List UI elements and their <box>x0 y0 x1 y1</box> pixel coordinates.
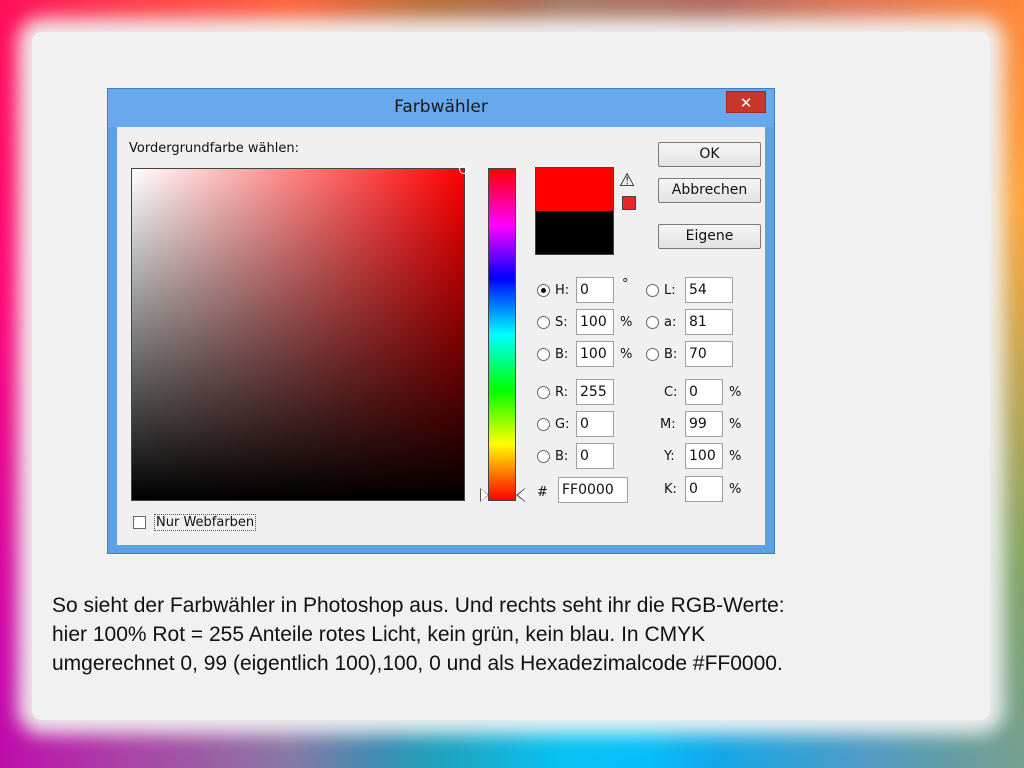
radio-lab-l[interactable] <box>646 284 659 297</box>
new-color-swatch <box>535 167 614 211</box>
color-marker[interactable] <box>459 165 468 174</box>
hue-label: H: <box>555 283 570 298</box>
yellow-unit: % <box>729 449 742 464</box>
current-color-swatch[interactable] <box>535 211 614 255</box>
hex-input[interactable]: FF0000 <box>558 477 628 503</box>
degree-unit: ° <box>622 277 629 292</box>
radio-hue[interactable] <box>537 284 550 297</box>
lab-a-label: a: <box>664 315 677 330</box>
radio-red[interactable] <box>537 386 550 399</box>
radio-brightness[interactable] <box>537 348 550 361</box>
green-input[interactable]: 0 <box>576 411 614 437</box>
saturation-brightness-field[interactable] <box>131 165 468 501</box>
dialog-title: Farbwähler <box>394 97 488 117</box>
hue-input[interactable]: 0 <box>576 277 614 303</box>
green-label: G: <box>555 417 570 432</box>
radio-saturation[interactable] <box>537 316 550 329</box>
cyan-label: C: <box>664 385 678 400</box>
caption-line-1: So sieht der Farbwähler in Photoshop aus… <box>52 594 785 617</box>
warning-triangle-icon[interactable]: ⚠ <box>619 170 635 191</box>
cancel-button[interactable]: Abbrechen <box>658 178 761 203</box>
yellow-input[interactable]: 100 <box>685 443 723 469</box>
black-label: K: <box>664 482 677 497</box>
saturation-input[interactable]: 100 <box>576 309 614 335</box>
blue-label: B: <box>555 449 569 464</box>
cyan-input[interactable]: 0 <box>685 379 723 405</box>
blue-input[interactable]: 0 <box>576 443 614 469</box>
lab-b-label: B: <box>664 347 678 362</box>
radio-green[interactable] <box>537 418 550 431</box>
brightness-label: B: <box>555 347 569 362</box>
black-input[interactable]: 0 <box>685 476 723 502</box>
red-input[interactable]: 255 <box>576 379 614 405</box>
color-picker-dialog: Farbwähler ✕ Vordergrundfarbe wählen: ⚠ … <box>107 88 775 554</box>
black-unit: % <box>729 482 742 497</box>
cyan-unit: % <box>729 385 742 400</box>
magenta-label: M: <box>660 417 676 432</box>
lab-l-input[interactable]: 54 <box>685 277 733 303</box>
magenta-unit: % <box>729 417 742 432</box>
dialog-body: Vordergrundfarbe wählen: ⚠ OK Abbrechen … <box>117 127 765 545</box>
lab-a-input[interactable]: 81 <box>685 309 733 335</box>
radio-lab-a[interactable] <box>646 316 659 329</box>
yellow-label: Y: <box>664 449 675 464</box>
slide-caption: So sieht der Farbwähler in Photoshop aus… <box>52 591 982 678</box>
lab-l-label: L: <box>664 283 676 298</box>
lab-b-input[interactable]: 70 <box>685 341 733 367</box>
caption-line-2: hier 100% Rot = 255 Anteile rotes Licht,… <box>52 623 706 646</box>
webcolors-label[interactable]: Nur Webfarben <box>154 514 257 531</box>
picker-label: Vordergrundfarbe wählen: <box>129 141 299 156</box>
red-label: R: <box>555 385 569 400</box>
saturation-unit: % <box>620 315 633 330</box>
close-button[interactable]: ✕ <box>726 91 766 113</box>
brightness-input[interactable]: 100 <box>576 341 614 367</box>
dialog-titlebar[interactable]: Farbwähler ✕ <box>108 89 774 127</box>
webcolors-checkbox[interactable] <box>133 516 146 529</box>
ok-button[interactable]: OK <box>658 142 761 167</box>
radio-lab-b[interactable] <box>646 348 659 361</box>
radio-blue[interactable] <box>537 450 550 463</box>
magenta-input[interactable]: 99 <box>685 411 723 437</box>
custom-colors-button[interactable]: Eigene <box>658 224 761 249</box>
hue-slider[interactable] <box>488 168 516 501</box>
caption-line-3: umgerechnet 0, 99 (eigentlich 100),100, … <box>52 652 783 675</box>
saturation-label: S: <box>555 315 568 330</box>
brightness-unit: % <box>620 347 633 362</box>
hex-label: # <box>537 485 548 500</box>
gamut-color-swatch[interactable] <box>622 196 636 210</box>
